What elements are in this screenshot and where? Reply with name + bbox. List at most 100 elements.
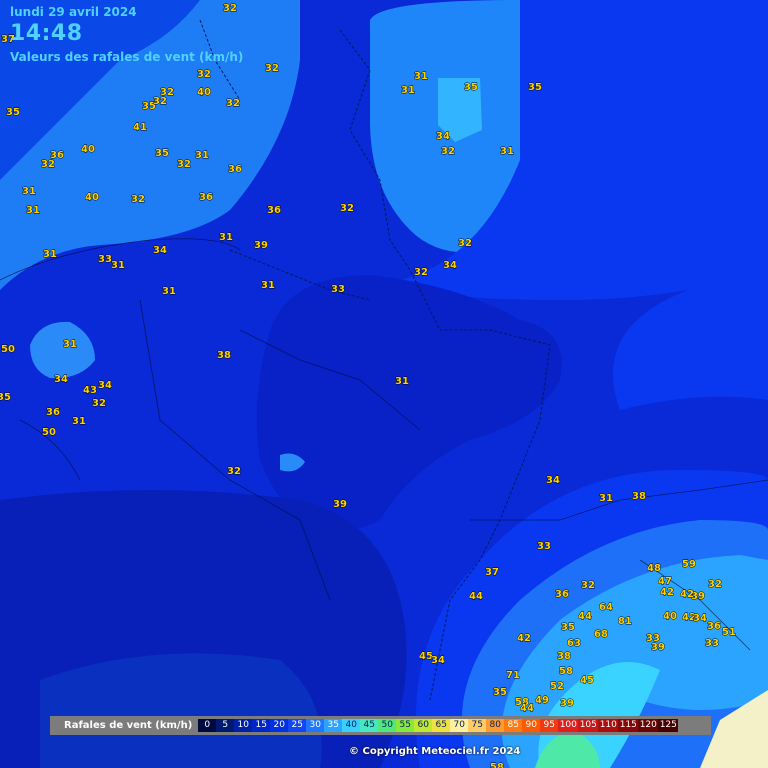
station-value-label: 36 [199, 192, 213, 203]
station-value-label: 32 [92, 398, 106, 409]
station-value-label: 32 [458, 238, 472, 249]
station-value-label: 40 [197, 87, 211, 98]
station-value-label: 42 [660, 587, 674, 598]
station-value-label: 63 [567, 638, 581, 649]
station-value-label: 32 [41, 159, 55, 170]
station-value-label: 68 [594, 629, 608, 640]
color-legend: Rafales de vent (km/h) 0 5 10 15 20 25 30 35 40 4… [50, 716, 711, 735]
station-value-label: 58 [490, 762, 504, 768]
station-value-label: 35 [493, 687, 507, 698]
station-value-label: 32 [441, 146, 455, 157]
legend-swatch: 20 [270, 719, 289, 732]
station-value-label: 31 [43, 249, 57, 260]
station-value-label: 37 [485, 567, 499, 578]
station-value-label: 31 [219, 232, 233, 243]
station-value-label: 71 [506, 670, 520, 681]
station-value-label: 32 [340, 203, 354, 214]
station-value-label: 32 [708, 579, 722, 590]
station-value-label: 38 [632, 491, 646, 502]
station-value-label: 32 [131, 194, 145, 205]
station-value-label: 34 [153, 245, 167, 256]
station-value-label: 39 [560, 698, 574, 709]
station-value-label: 35 [155, 148, 169, 159]
legend-swatch: 25 [288, 719, 307, 732]
station-value-label: 44 [520, 703, 534, 714]
legend-swatch: 40 [342, 719, 361, 732]
legend-swatch: 125 [658, 719, 679, 732]
station-value-label: 31 [195, 150, 209, 161]
station-value-label: 31 [63, 339, 77, 350]
legend-swatch: 0 [198, 719, 217, 732]
station-value-label: 50 [42, 427, 56, 438]
station-value-label: 81 [618, 616, 632, 627]
station-value-label: 35 [0, 392, 11, 403]
legend-swatch: 120 [638, 719, 659, 732]
station-value-label: 31 [22, 186, 36, 197]
station-value-label: 35 [528, 82, 542, 93]
station-value-label: 31 [500, 146, 514, 157]
legend-swatch: 75 [468, 719, 487, 732]
copyright-notice: © Copyright Meteociel.fr 2024 [349, 746, 521, 757]
station-value-label: 58 [559, 666, 573, 677]
legend-swatch: 50 [378, 719, 397, 732]
station-value-label: 31 [395, 376, 409, 387]
legend-swatch: 105 [578, 719, 599, 732]
station-value-label: 32 [153, 96, 167, 107]
legend-title: Rafales de vent (km/h) [64, 720, 193, 731]
station-value-label: 33 [331, 284, 345, 295]
station-value-label: 33 [98, 254, 112, 265]
station-value-label: 32 [177, 159, 191, 170]
legend-swatch: 100 [558, 719, 579, 732]
station-value-label: 31 [111, 260, 125, 271]
station-value-label: 34 [546, 475, 560, 486]
station-value-label: 44 [578, 611, 592, 622]
station-value-label: 49 [535, 695, 549, 706]
station-value-label: 40 [85, 192, 99, 203]
station-value-label: 39 [333, 499, 347, 510]
station-value-label: 40 [81, 144, 95, 155]
station-value-label: 52 [550, 681, 564, 692]
station-value-label: 33 [705, 638, 719, 649]
station-value-label: 34 [54, 374, 68, 385]
legend-swatch: 110 [598, 719, 619, 732]
station-value-label: 32 [414, 267, 428, 278]
station-value-label: 35 [6, 107, 20, 118]
legend-swatch: 10 [234, 719, 253, 732]
station-value-label: 31 [414, 71, 428, 82]
legend-swatch: 55 [396, 719, 415, 732]
station-value-label: 64 [599, 602, 613, 613]
legend-swatch: 60 [414, 719, 433, 732]
legend-swatch: 65 [432, 719, 451, 732]
station-value-label: 31 [72, 416, 86, 427]
station-value-label: 44 [469, 591, 483, 602]
station-value-label: 47 [658, 576, 672, 587]
legend-swatches: 0 5 10 15 20 25 30 35 40 45 50 55 60 65 70 75 80 85 90 95 10… [198, 719, 679, 732]
legend-swatch: 45 [360, 719, 379, 732]
station-value-label: 35 [464, 82, 478, 93]
forecast-date: lundi 29 avril 2024 [10, 5, 137, 19]
station-value-label: 36 [555, 589, 569, 600]
legend-swatch: 30 [306, 719, 325, 732]
station-value-label: 31 [26, 205, 40, 216]
station-value-label: 45 [580, 675, 594, 686]
station-value-label: 32 [581, 580, 595, 591]
station-value-label: 35 [561, 622, 575, 633]
legend-swatch: 5 [216, 719, 235, 732]
station-value-label: 36 [267, 205, 281, 216]
station-value-label: 33 [537, 541, 551, 552]
forecast-time: 14:48 [10, 21, 83, 46]
station-value-label: 39 [651, 642, 665, 653]
legend-swatch: 95 [540, 719, 559, 732]
station-value-label: 48 [647, 563, 661, 574]
station-value-label: 34 [436, 131, 450, 142]
legend-swatch: 15 [252, 719, 271, 732]
station-value-label: 42 [680, 589, 694, 600]
legend-swatch: 70 [450, 719, 469, 732]
wind-gust-map: 32 37 35 32 32 32 40 35 32 32 41 36 40 35 32 31 32 36 31 40… [0, 0, 768, 768]
station-value-label: 32 [265, 63, 279, 74]
legend-swatch: 90 [522, 719, 541, 732]
station-value-label: 31 [162, 286, 176, 297]
station-value-label: 42 [517, 633, 531, 644]
station-value-label: 41 [133, 122, 147, 133]
station-value-label: 43 [83, 385, 97, 396]
